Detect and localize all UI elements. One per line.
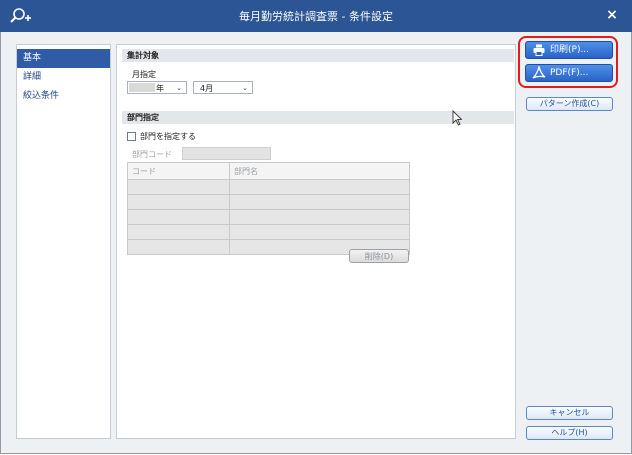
mouse-cursor-icon	[452, 110, 462, 126]
department-checkbox-label: 部門を指定する	[140, 132, 196, 141]
pdf-icon	[532, 66, 546, 79]
table-header: コード 部門名	[127, 162, 410, 180]
table-row[interactable]	[127, 209, 410, 225]
help-button[interactable]: ヘルプ(H)	[526, 426, 613, 440]
pattern-create-button[interactable]: パターン作成(C)	[526, 97, 613, 111]
sidebar-item-filter[interactable]: 絞込条件	[17, 87, 110, 106]
department-table: コード 部門名	[127, 162, 410, 255]
table-row[interactable]	[127, 194, 410, 210]
main-panel: 集計対象 月指定 年 ⌄ 4月 ⌄ 部門指定 部門を指定する 部門コード コード…	[116, 44, 516, 439]
title-bar: 毎月勤労統計調査票 - 条件設定 ×	[0, 0, 632, 32]
month-value: 4月	[200, 84, 214, 93]
chevron-down-icon: ⌄	[176, 84, 182, 92]
sidebar-item-basic[interactable]: 基本	[17, 49, 110, 68]
printer-icon	[533, 44, 545, 56]
column-code: コード	[127, 162, 230, 180]
print-label: 印刷(P)...	[550, 45, 590, 55]
print-button[interactable]: 印刷(P)...	[525, 41, 613, 59]
year-value-redacted	[129, 83, 155, 92]
pdf-button[interactable]: PDF(F)...	[525, 64, 613, 82]
year-select[interactable]: 年 ⌄	[127, 81, 187, 94]
sidebar: 基本 詳細 絞込条件	[16, 44, 111, 439]
table-row[interactable]	[127, 224, 410, 240]
window-title: 毎月勤労統計調査票 - 条件設定	[239, 10, 393, 23]
month-select[interactable]: 4月 ⌄	[193, 81, 253, 94]
year-suffix: 年	[156, 84, 164, 93]
cancel-button[interactable]: キャンセル	[526, 406, 613, 420]
sidebar-item-details[interactable]: 詳細	[17, 68, 110, 87]
table-row[interactable]	[127, 179, 410, 195]
close-button[interactable]: ×	[604, 7, 620, 23]
column-name: 部門名	[229, 162, 410, 180]
chevron-down-icon: ⌄	[242, 84, 248, 92]
department-code-label: 部門コード	[132, 150, 172, 159]
month-label: 月指定	[132, 70, 156, 79]
department-code-input[interactable]	[182, 147, 271, 160]
department-checkbox[interactable]	[127, 132, 136, 141]
pdf-label: PDF(F)...	[550, 68, 589, 78]
delete-button[interactable]: 削除(D)	[349, 249, 409, 263]
section-aggregation-title: 集計対象	[122, 49, 514, 62]
